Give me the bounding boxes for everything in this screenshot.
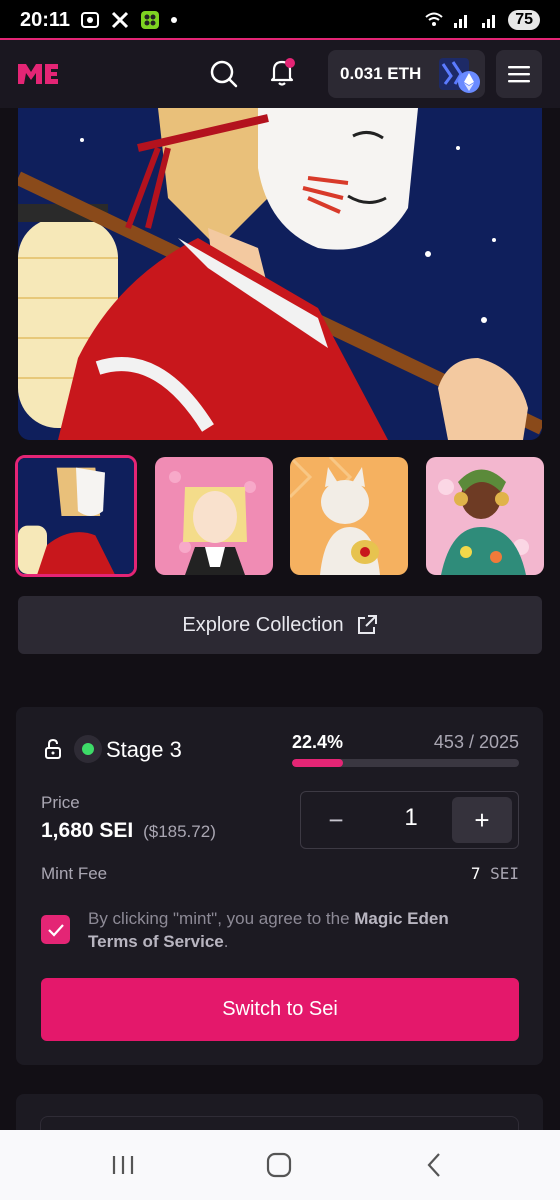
mint-fee-label: Mint Fee (41, 864, 108, 883)
mint-progress-fill (292, 759, 343, 767)
unlock-icon (45, 738, 61, 759)
switch-network-button[interactable]: Switch to Sei (41, 978, 519, 1041)
nft-hero-image[interactable] (18, 108, 542, 440)
external-link-icon (357, 615, 377, 634)
terms-prefix: By clicking "mint", you agree to the (88, 909, 355, 928)
wifi-icon (425, 12, 443, 26)
status-time: 20:11 (20, 8, 71, 31)
nft-thumbnail-1[interactable] (15, 455, 137, 577)
price-label: Price (41, 793, 80, 812)
terms-checkbox[interactable] (41, 915, 70, 944)
screenshot-icon (81, 12, 100, 28)
system-navigation-bar (0, 1130, 560, 1200)
stage-label: Stage 3 (106, 737, 182, 762)
notification-dot-icon (171, 17, 178, 23)
mint-progress-bar (292, 759, 519, 767)
explore-collection-label: Explore Collection (182, 613, 344, 636)
terms-brand: Magic Eden (354, 909, 449, 928)
menu-button[interactable] (496, 50, 542, 98)
status-bar: 20:11 75 (0, 0, 560, 40)
home-icon[interactable] (264, 1150, 294, 1180)
live-dot (82, 743, 94, 755)
wallet-balance: 0.031 ETH (340, 64, 422, 83)
battery-indicator: 75 (508, 10, 540, 30)
terms-text: By clicking "mint", you agree to the Mag… (88, 907, 508, 953)
mint-percent: 22.4% (292, 732, 344, 752)
mint-count: 453 / 2025 (433, 732, 519, 752)
mint-fee-value: 7 SEI (471, 864, 519, 883)
signal-icon (454, 15, 468, 28)
hamburger-menu-icon (508, 66, 530, 83)
quantity-stepper: − 1 + (300, 791, 519, 849)
wallet-button[interactable]: 0.031 ETH (328, 50, 485, 98)
explore-collection-button[interactable]: Explore Collection (18, 596, 542, 654)
terms-of-service-link[interactable]: Terms of Service (88, 932, 224, 951)
check-icon (47, 923, 64, 937)
decrement-button[interactable]: − (313, 798, 359, 842)
x-app-icon (112, 11, 129, 29)
price-value: 1,680 SEI ($185.72) (41, 819, 216, 843)
price-sei: 1,680 SEI (41, 819, 134, 842)
recent-apps-icon[interactable] (108, 1150, 138, 1180)
magic-eden-logo[interactable] (16, 60, 60, 88)
mint-card: Stage 3 22.4% 453 / 2025 Price 1,680 SEI… (16, 707, 543, 1065)
nft-thumbnail-4[interactable] (426, 457, 544, 575)
next-section-card (16, 1094, 543, 1146)
bell-icon[interactable] (266, 56, 298, 88)
quantity-value[interactable]: 1 (381, 804, 441, 832)
game-app-icon (141, 11, 160, 29)
increment-button[interactable]: + (452, 797, 512, 843)
app-header: 0.031 ETH (0, 40, 560, 108)
search-icon[interactable] (208, 58, 240, 90)
price-usd: ($185.72) (143, 822, 216, 841)
mint-fee-amount: 7 (470, 864, 481, 883)
back-icon[interactable] (420, 1150, 450, 1180)
nft-thumbnail-3[interactable] (290, 457, 408, 575)
signal-icon-2 (482, 15, 496, 28)
wallet-avatar (439, 58, 480, 93)
stage-status-indicator (74, 735, 102, 763)
nft-thumbnail-2[interactable] (155, 457, 273, 575)
terms-suffix: . (223, 932, 229, 951)
mint-fee-currency: SEI (490, 864, 519, 883)
